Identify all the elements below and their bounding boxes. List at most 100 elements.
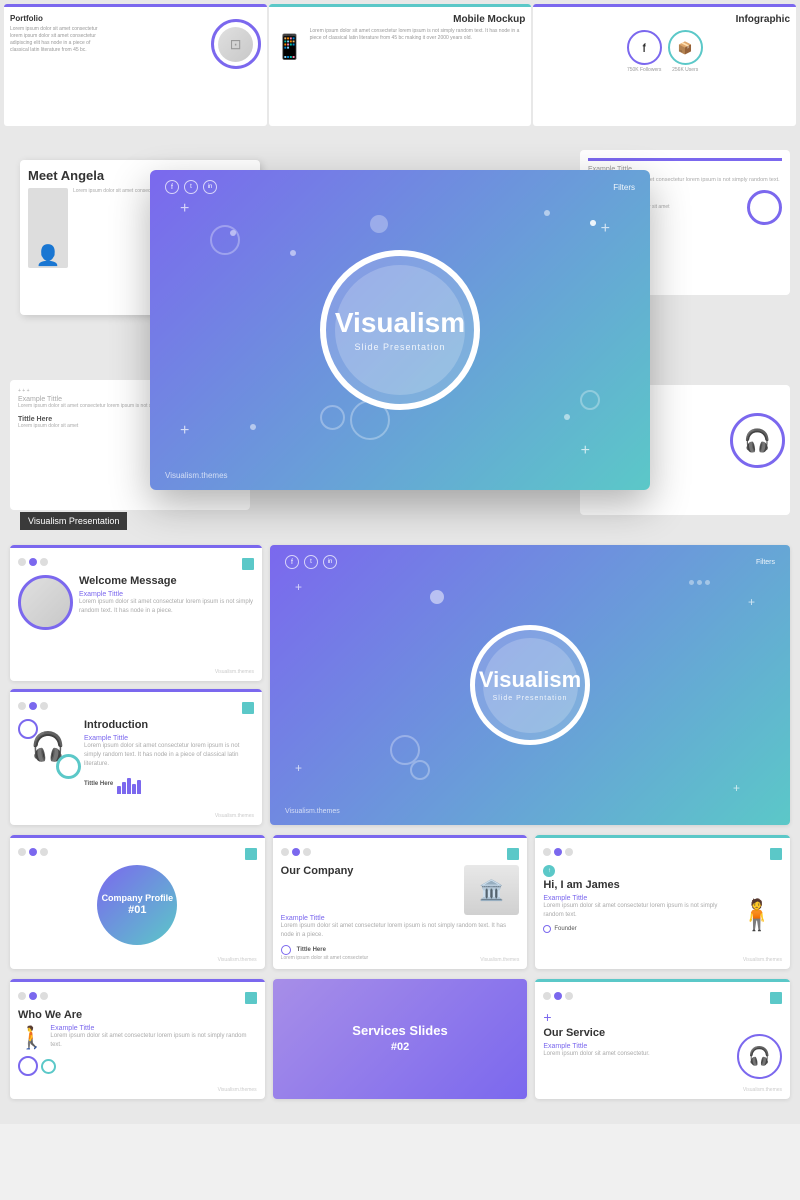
hj-dot-3	[565, 848, 573, 856]
twitter-icon: t	[184, 180, 198, 194]
welcome-slide-thumb[interactable]: Welcome Message Example Tittle Lorem ips…	[10, 545, 262, 681]
arch-image: 🏛️	[464, 865, 519, 915]
followers-label: 750K Followers	[627, 67, 661, 73]
oc-subtitle: Example Tittle	[281, 915, 520, 922]
cp-corner	[245, 848, 257, 860]
filters-label[interactable]: Filters	[613, 183, 635, 192]
deco-circle-1	[210, 225, 240, 255]
left-stack: Welcome Message Example Tittle Lorem ips…	[10, 545, 262, 825]
our-service-slide-thumb[interactable]: + Our Service Example Tittle Lorem ipsum…	[535, 979, 790, 1099]
wwa-dot-3	[40, 992, 48, 1000]
globe-icon	[281, 945, 291, 955]
infographic-slide-thumb[interactable]: Infographic f 750K Followers 📦 256K User…	[533, 4, 796, 126]
facebook-icon: f	[165, 180, 179, 194]
hj-bar	[535, 835, 790, 838]
hj-text-area: ↑ Hi, I am James Example Tittle Lorem ip…	[543, 865, 732, 933]
hj-footer: Visualism.themes	[743, 957, 782, 963]
chart-bars	[117, 774, 141, 794]
share-icon: ↑	[543, 865, 555, 877]
oc-tittle-row: Tittle Here	[281, 945, 520, 955]
wwa-dot-2	[29, 992, 37, 1000]
main-featured-slide[interactable]: f t in Filters + + + +	[150, 170, 650, 490]
intro-content: 🎧 Introduction Example Tittle Lorem ipsu…	[18, 719, 254, 794]
company-profile-circle: Company Profile #01	[97, 865, 177, 945]
wwa-footer: Visualism.themes	[218, 1087, 257, 1093]
headphones-circle-icon: 🎧	[730, 413, 785, 468]
bar-5	[137, 780, 141, 794]
infographic-title: Infographic	[539, 14, 790, 25]
portfolio-slide-thumb[interactable]: Portfolio Lorem ipsum dolor sit amet con…	[4, 4, 267, 126]
intro-corner-badge	[242, 702, 254, 714]
os-footer: Visualism.themes	[743, 1087, 782, 1093]
big-d2	[697, 580, 702, 585]
headphones-image: 🎧	[18, 719, 78, 774]
intro-slide-thumb[interactable]: 🎧 Introduction Example Tittle Lorem ipsu…	[10, 689, 262, 825]
big-featured-slide-thumb[interactable]: f t in Filters + + + +	[270, 545, 790, 825]
big-deco-plus-4: +	[733, 781, 740, 795]
hi-james-slide-thumb[interactable]: ↑ Hi, I am James Example Tittle Lorem ip…	[535, 835, 790, 969]
visualism-title: Visualism	[335, 308, 465, 339]
company-profile-slide-thumb[interactable]: Company Profile #01 Visualism.themes	[10, 835, 265, 969]
company-icons	[18, 848, 48, 856]
welcome-footer: Visualism.themes	[215, 669, 254, 675]
cp-dot-1	[18, 848, 26, 856]
big-filters[interactable]: Filters	[756, 559, 775, 566]
plus-icon: +	[543, 1009, 605, 1025]
icon-dot-1	[18, 558, 26, 566]
oc-dot-1	[281, 848, 289, 856]
oc-content: Our Company 🏛️ Example Tittle Lorem ipsu…	[281, 865, 520, 961]
main-circle-inner: Visualism Slide Presentation	[335, 265, 465, 395]
deco-plus-3: +	[180, 422, 189, 440]
intro-text-area: Introduction Example Tittle Lorem ipsum …	[84, 719, 254, 794]
intro-teal-circle	[56, 754, 81, 779]
visualism-subtitle: Slide Presentation	[354, 342, 445, 352]
deco-plus-4: +	[581, 442, 590, 460]
company-profile-content: Company Profile #01	[18, 865, 257, 945]
hj-subtitle: Example Tittle	[543, 895, 732, 902]
oc-corner	[507, 848, 519, 860]
tittle-here-label: Tittle Here	[84, 781, 113, 787]
services-title: Services Slides	[352, 1023, 447, 1040]
big-fb-icon: f	[285, 555, 299, 569]
services-slides-thumb[interactable]: Services Slides #02	[273, 979, 528, 1099]
oc-bar	[273, 835, 528, 838]
company-profile-title: Company Profile	[102, 893, 174, 904]
big-d3	[705, 580, 710, 585]
deco-dot-3	[290, 250, 296, 256]
welcome-bar	[10, 545, 262, 548]
grid-row-1: Welcome Message Example Tittle Lorem ips…	[10, 545, 790, 825]
os-dot-2	[554, 992, 562, 1000]
portfolio-body: Lorem ipsum dolor sit amet consectetur l…	[10, 26, 100, 54]
welcome-body: Lorem ipsum dolor sit amet consectetur l…	[79, 598, 254, 616]
wwa-subtitle: Example Tittle	[50, 1025, 256, 1032]
hj-role: Founder	[554, 926, 576, 932]
our-company-slide-thumb[interactable]: Our Company 🏛️ Example Tittle Lorem ipsu…	[273, 835, 528, 969]
wwa-body-row: 🚶 Example Tittle Lorem ipsum dolor sit a…	[18, 1025, 257, 1051]
portfolio-title: Portfolio	[10, 14, 100, 23]
welcome-content: Welcome Message Example Tittle Lorem ips…	[18, 575, 254, 630]
wwa-circles	[18, 1056, 257, 1076]
tittle-here-row: Tittle Here	[84, 774, 254, 794]
cp-dot-2	[29, 848, 37, 856]
intro-subtitle: Example Tittle	[84, 735, 254, 742]
hj-share-row: ↑	[543, 865, 732, 877]
welcome-subtitle: Example Tittle	[79, 591, 254, 598]
oc-body: Lorem ipsum dolor sit amet consectetur l…	[281, 922, 520, 940]
company-header	[18, 848, 257, 860]
mobile-mockup-slide-thumb[interactable]: Mobile Mockup 📱 Lorem ipsum dolor sit am…	[269, 4, 532, 126]
intro-dot-2	[29, 702, 37, 710]
wwa-title: Who We Are	[18, 1009, 257, 1021]
oc-icons	[281, 848, 311, 856]
deco-dot-big	[370, 215, 388, 233]
os-dot-3	[565, 992, 573, 1000]
big-dots-row	[689, 580, 710, 585]
big-dot-1	[430, 590, 444, 604]
big-visualism-sub: Slide Presentation	[493, 695, 568, 702]
welcome-circle-deco	[18, 575, 73, 630]
who-we-are-slide-thumb[interactable]: Who We Are 🚶 Example Tittle Lorem ipsum …	[10, 979, 265, 1099]
deco-dot-2	[544, 210, 550, 216]
oc-header	[281, 848, 520, 860]
deco-circle-2	[580, 390, 600, 410]
top-slides-row: Portfolio Lorem ipsum dolor sit amet con…	[0, 0, 800, 130]
wwa-corner	[245, 992, 257, 1004]
